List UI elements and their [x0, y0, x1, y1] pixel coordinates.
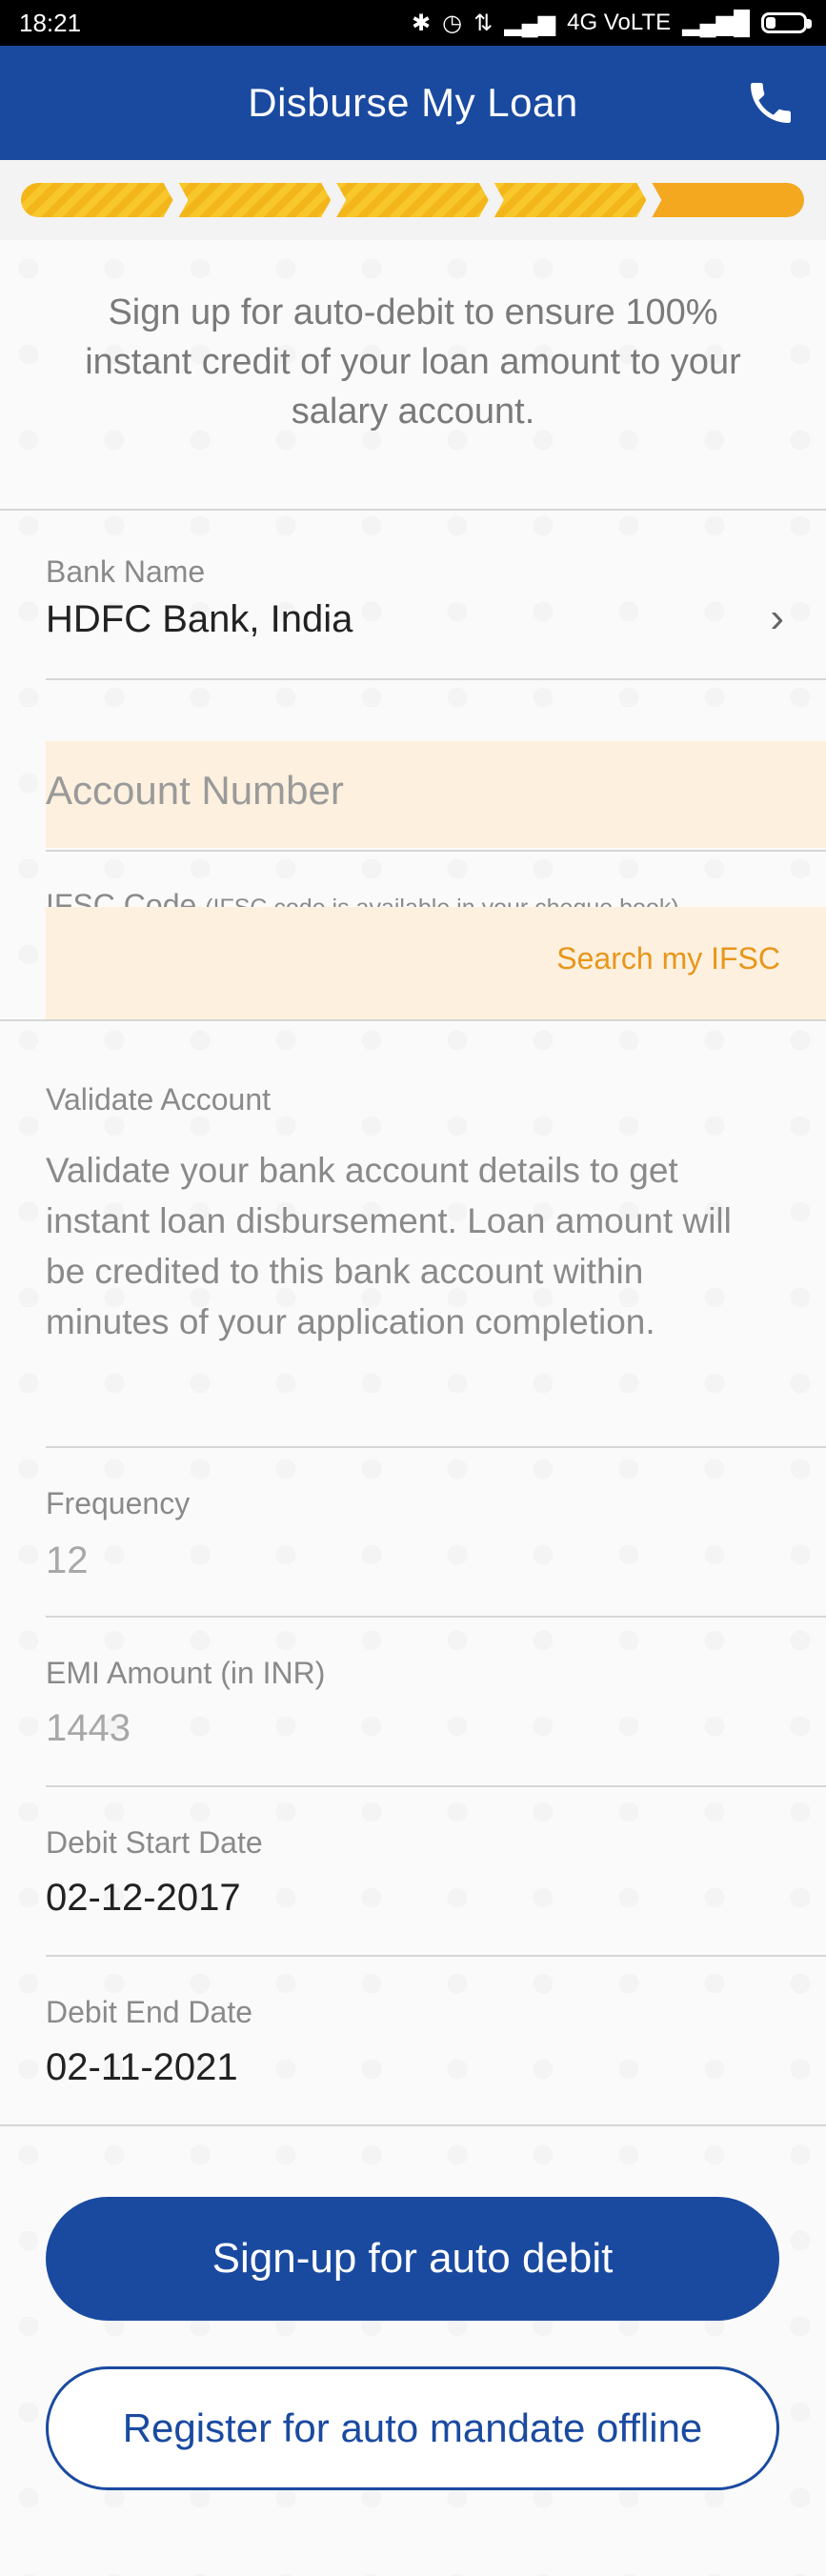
register-auto-mandate-button[interactable]: Register for auto mandate offline	[46, 2366, 779, 2490]
account-number-placeholder: Account Number	[46, 768, 344, 813]
phone-icon	[751, 83, 791, 123]
divider	[46, 678, 826, 680]
status-time: 18:21	[19, 8, 82, 37]
progress-step	[494, 183, 647, 217]
progress-step-current	[652, 183, 804, 217]
divider	[0, 1019, 826, 1021]
debit-end-date-label: Debit End Date	[46, 1995, 253, 2029]
status-icons: ✱ ◷ ⇅ ▂▄▆ 4G VoLTE ▂▄▆█	[412, 10, 812, 37]
emi-amount-value: 1443	[46, 1707, 131, 1749]
data-arrows-icon: ⇅	[473, 10, 494, 36]
progress-track	[21, 183, 804, 217]
debit-end-date-value: 02-11-2021	[46, 2046, 238, 2088]
divider	[46, 850, 826, 852]
search-ifsc-link[interactable]: Search my IFSC	[556, 941, 780, 976]
chevron-right-icon: ›	[770, 594, 784, 641]
progress-step	[21, 183, 173, 217]
divider	[46, 1616, 826, 1618]
debit-start-date-value: 02-12-2017	[46, 1877, 241, 1919]
alarm-icon: ◷	[442, 10, 463, 36]
debit-end-date-field[interactable]: Debit End Date 02-11-2021	[0, 1957, 826, 2124]
emi-amount-label: EMI Amount (in INR)	[46, 1656, 326, 1690]
signal-icon: ▂▄▆█	[682, 10, 750, 36]
ifsc-input[interactable]: Search my IFSC	[46, 907, 826, 1019]
frequency-value: 12	[46, 1540, 89, 1581]
signal-icon: ▂▄▆	[504, 10, 556, 36]
network-label: 4G VoLTE	[567, 10, 672, 35]
bank-name-value: HDFC Bank, India	[46, 598, 353, 640]
status-bar: 18:21 ✱ ◷ ⇅ ▂▄▆ 4G VoLTE ▂▄▆█	[0, 0, 826, 46]
progress-bar	[0, 160, 826, 240]
debit-start-date-label: Debit Start Date	[46, 1825, 263, 1860]
call-button[interactable]	[742, 74, 799, 131]
progress-step	[336, 183, 489, 217]
frequency-label: Frequency	[46, 1486, 191, 1520]
validate-account-title: Validate Account	[46, 1082, 272, 1117]
bluetooth-icon: ✱	[412, 10, 432, 36]
intro-text: Sign up for auto-debit to ensure 100% in…	[85, 292, 741, 432]
divider	[0, 2124, 826, 2126]
account-number-input[interactable]: Account Number	[46, 741, 826, 848]
divider	[46, 1446, 826, 1448]
battery-icon	[761, 12, 812, 33]
app-header: Disburse My Loan	[0, 46, 826, 160]
debit-start-date-field[interactable]: Debit Start Date 02-12-2017	[0, 1787, 826, 1955]
progress-step	[179, 183, 332, 217]
bank-name-field[interactable]: Bank Name HDFC Bank, India ›	[0, 511, 826, 678]
validate-account-text: Validate your bank account details to ge…	[46, 1151, 732, 1341]
bank-name-label: Bank Name	[46, 554, 206, 589]
page-title: Disburse My Loan	[248, 80, 578, 125]
signup-auto-debit-button[interactable]: Sign-up for auto debit	[46, 2197, 779, 2321]
